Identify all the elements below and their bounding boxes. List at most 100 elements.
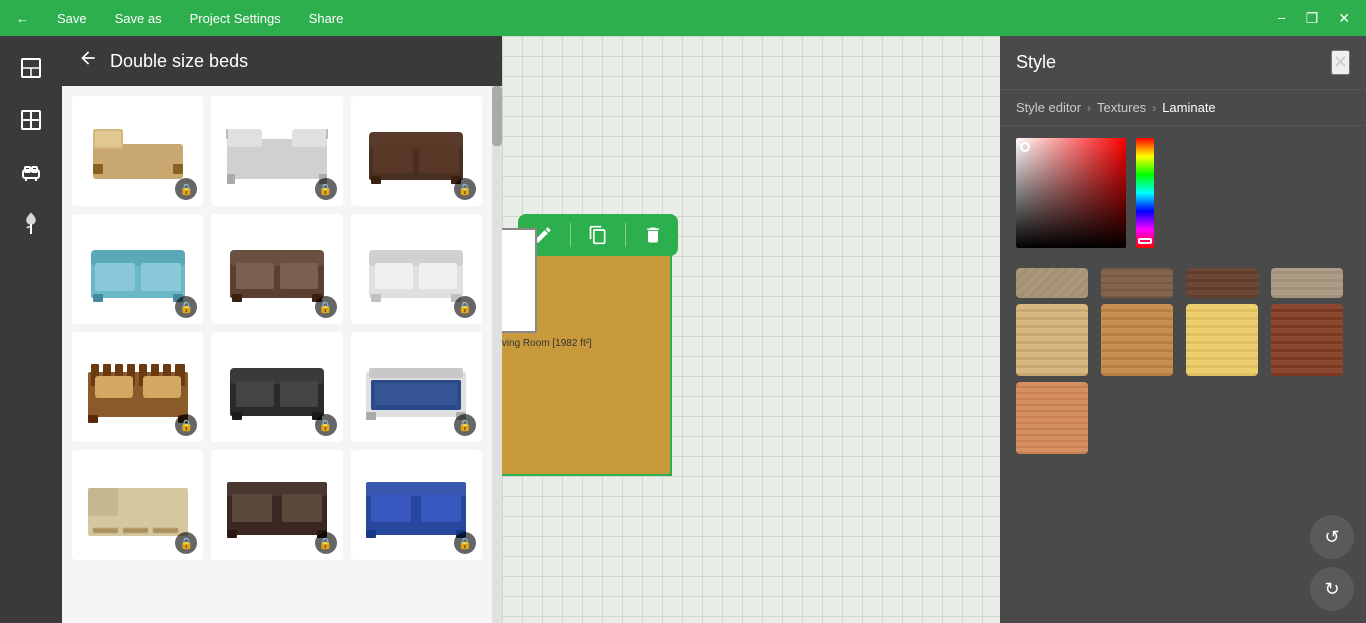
undo-button[interactable]: ↺ [1310,515,1354,559]
sidebar-item-floor-plan[interactable] [9,46,53,90]
texture-item[interactable] [1271,268,1343,298]
lock-badge: 🔒 [454,532,476,554]
texture-item[interactable] [1186,304,1258,376]
copy-button[interactable] [583,220,613,250]
catalog-header: Double size beds [62,36,502,86]
list-item[interactable]: 🔒 [351,450,482,560]
texture-item[interactable] [1016,382,1088,454]
window-close-button[interactable]: ✕ [1332,8,1356,29]
list-item[interactable]: 🔒 [211,214,342,324]
texture-item[interactable] [1186,268,1258,298]
style-panel-header: Style ✕ [1000,36,1366,90]
bed-image-9 [361,350,471,425]
list-item[interactable]: 🔒 [351,332,482,442]
outdoor-icon [19,212,43,236]
list-item[interactable]: 🔒 [351,214,482,324]
window-icon [19,108,43,132]
project-settings-button[interactable]: Project Settings [184,9,287,28]
bed-image-2 [222,114,332,189]
texture-item[interactable] [1101,304,1173,376]
lock-badge: 🔒 [175,178,197,200]
lock-badge: 🔒 [454,296,476,318]
main-area: Living Room [1982 ft²] [0,36,1366,623]
catalog-back-button[interactable] [78,48,98,74]
scrollbar-thumb[interactable] [492,86,502,146]
hue-handle[interactable] [1138,238,1152,244]
save-as-button[interactable]: Save as [109,9,168,28]
sidebar-item-outdoor[interactable] [9,202,53,246]
sidebar-item-furniture[interactable] [9,150,53,194]
back-button[interactable]: ← [10,9,35,28]
left-sidebar [0,36,62,623]
style-panel-title: Style [1016,52,1056,73]
bed-image-10 [83,468,193,543]
bed-image-1 [83,114,193,189]
lock-badge: 🔒 [175,532,197,554]
bed-image-4 [83,232,193,307]
save-button[interactable]: Save [51,9,93,28]
breadcrumb-style-editor[interactable]: Style editor [1016,100,1081,115]
catalog-scrollbar[interactable] [492,86,502,623]
minimize-button[interactable]: − [1272,8,1292,29]
bed-image-3 [361,114,471,189]
color-gradient-picker[interactable] [1016,138,1126,248]
floor-plan-icon [19,56,43,80]
back-icon [78,48,98,68]
delete-button[interactable] [638,220,668,250]
catalog-grid: 🔒 🔒 [72,96,482,560]
texture-item[interactable] [1271,304,1343,376]
style-panel-close-button[interactable]: ✕ [1331,50,1350,75]
hue-slider[interactable] [1136,138,1154,248]
lock-badge: 🔒 [315,178,337,200]
breadcrumb-textures[interactable]: Textures [1097,100,1146,115]
redo-button[interactable]: ↻ [1310,567,1354,611]
bed-image-12 [361,468,471,543]
action-buttons: ↺ ↻ [1298,503,1366,623]
toolbar-divider-1 [570,223,571,247]
texture-grid [1000,260,1366,462]
list-item[interactable]: 🔒 [211,332,342,442]
room-label: Living Room [1982 ft²] [494,338,592,349]
catalog-scroll[interactable]: 🔒 🔒 [62,86,492,623]
texture-item[interactable] [1101,268,1173,298]
lock-badge: 🔒 [175,296,197,318]
breadcrumb-chevron-1: › [1087,101,1091,115]
catalog-title: Double size beds [110,51,248,72]
catalog-panel: Double size beds 🔒 [62,36,502,623]
furniture-icon [19,160,43,184]
bed-image-11 [222,468,332,543]
list-item[interactable]: 🔒 [72,450,203,560]
color-handle[interactable] [1020,142,1030,152]
sidebar-item-windows[interactable] [9,98,53,142]
texture-item[interactable] [1016,268,1088,298]
catalog-body: 🔒 🔒 [62,86,502,623]
float-toolbar [518,214,678,256]
toolbar-divider-2 [625,223,626,247]
style-breadcrumb: Style editor › Textures › Laminate [1000,90,1366,126]
share-button[interactable]: Share [303,9,350,28]
lock-badge: 🔒 [315,414,337,436]
delete-icon [643,225,663,245]
color-picker-area [1000,126,1366,260]
list-item[interactable]: 🔒 [351,96,482,206]
lock-badge: 🔒 [175,414,197,436]
copy-icon [588,225,608,245]
breadcrumb-current: Laminate [1162,100,1215,115]
style-panel: Style ✕ Style editor › Textures › Lamina… [1000,36,1366,623]
maximize-button[interactable]: ❐ [1300,8,1325,29]
list-item[interactable]: 🔒 [72,332,203,442]
list-item[interactable]: 🔒 [211,450,342,560]
window-controls: − ❐ ✕ [1272,8,1356,29]
bed-image-5 [222,232,332,307]
lock-badge: 🔒 [454,178,476,200]
list-item[interactable]: 🔒 [72,214,203,324]
bed-image-7 [83,350,193,425]
lock-badge: 🔒 [315,532,337,554]
bed-image-6 [361,232,471,307]
list-item[interactable]: 🔒 [211,96,342,206]
list-item[interactable]: 🔒 [72,96,203,206]
bed-image-8 [222,350,332,425]
top-toolbar: ← Save Save as Project Settings Share − … [0,0,1366,36]
texture-item[interactable] [1016,304,1088,376]
lock-badge: 🔒 [454,414,476,436]
